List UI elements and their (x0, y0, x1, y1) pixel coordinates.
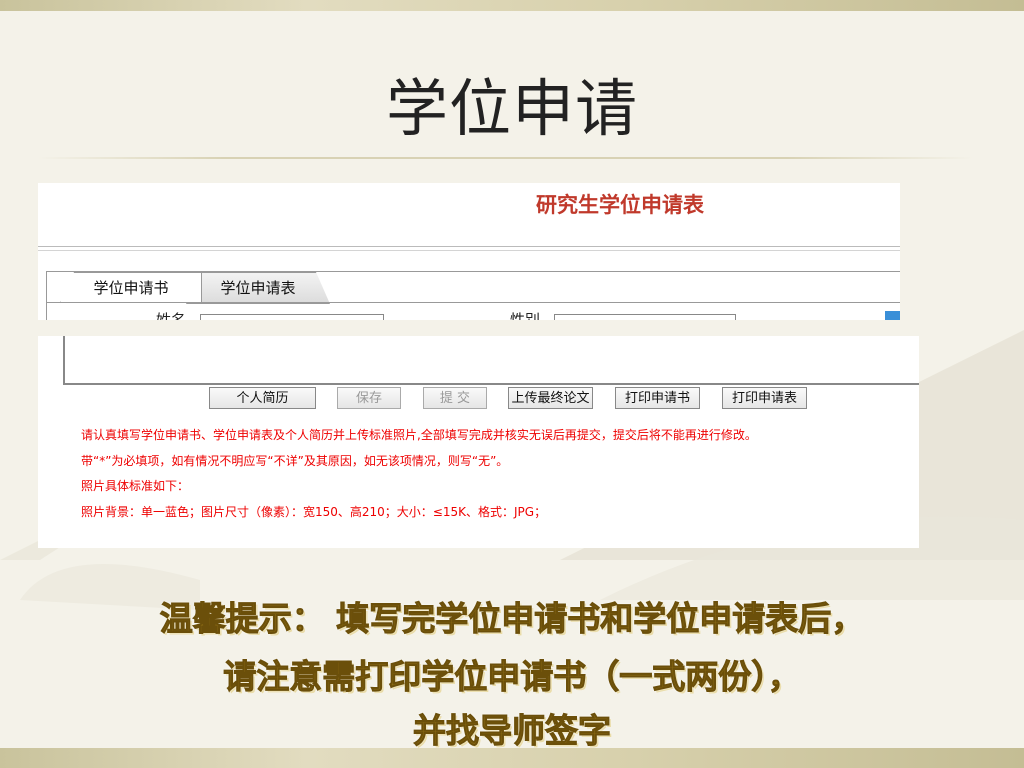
form-screenshot-bottom: 个人简历 保存 提 交 上传最终论文 打印申请书 打印申请表 请认真填写学位申请… (38, 336, 919, 548)
header-divider (38, 246, 900, 247)
tip-line-2: 请注意需打印学位申请书（一式两份）， (223, 657, 802, 697)
slide-title: 学位申请 (385, 72, 638, 145)
form-content-frame (63, 336, 919, 385)
print-application-form-button[interactable]: 打印申请表 (722, 387, 807, 409)
submit-button[interactable]: 提 交 (423, 387, 487, 409)
save-button[interactable]: 保存 (337, 387, 401, 409)
scrollbar-marker[interactable] (885, 311, 900, 320)
header-divider-secondary (38, 250, 900, 251)
name-input[interactable] (200, 314, 384, 320)
tab-baseline (46, 302, 900, 303)
resume-button[interactable]: 个人简历 (209, 387, 316, 409)
instruction-note-1: 请认真填写学位申请书、学位申请表及个人简历并上传标准照片,全部填写完成并核实无误… (81, 428, 757, 442)
tip-line-1: 温馨提示： 填写完学位申请书和学位申请表后， (159, 599, 865, 639)
form-title: 研究生学位申请表 (536, 192, 704, 217)
title-divider (38, 157, 973, 159)
tab-degree-application-letter[interactable]: 学位申请书 (60, 272, 202, 303)
tip-line-3: 并找导师签字 (413, 711, 612, 751)
form-screenshot-top: 研究生学位申请表 学位申请表 学位申请书 姓名 性别 (38, 183, 900, 320)
instruction-note-3: 照片具体标准如下： (81, 479, 190, 493)
gender-select[interactable] (554, 314, 736, 320)
instruction-note-4: 照片背景：单一蓝色；图片尺寸（像素）：宽150、高210；大小：≤15K、格式：… (81, 505, 547, 519)
name-field-label: 姓名 (156, 311, 187, 320)
instruction-note-2: 带“*”为必填项，如有情况不明应写“不详”及其原因，如无该项情况，则写“无”。 (81, 454, 509, 468)
upload-thesis-button[interactable]: 上传最终论文 (508, 387, 593, 409)
bottom-decor-band (0, 748, 1024, 768)
gender-field-label: 性别 (510, 311, 541, 320)
print-application-letter-button[interactable]: 打印申请书 (615, 387, 700, 409)
tab-degree-application-form[interactable]: 学位申请表 (186, 272, 330, 304)
